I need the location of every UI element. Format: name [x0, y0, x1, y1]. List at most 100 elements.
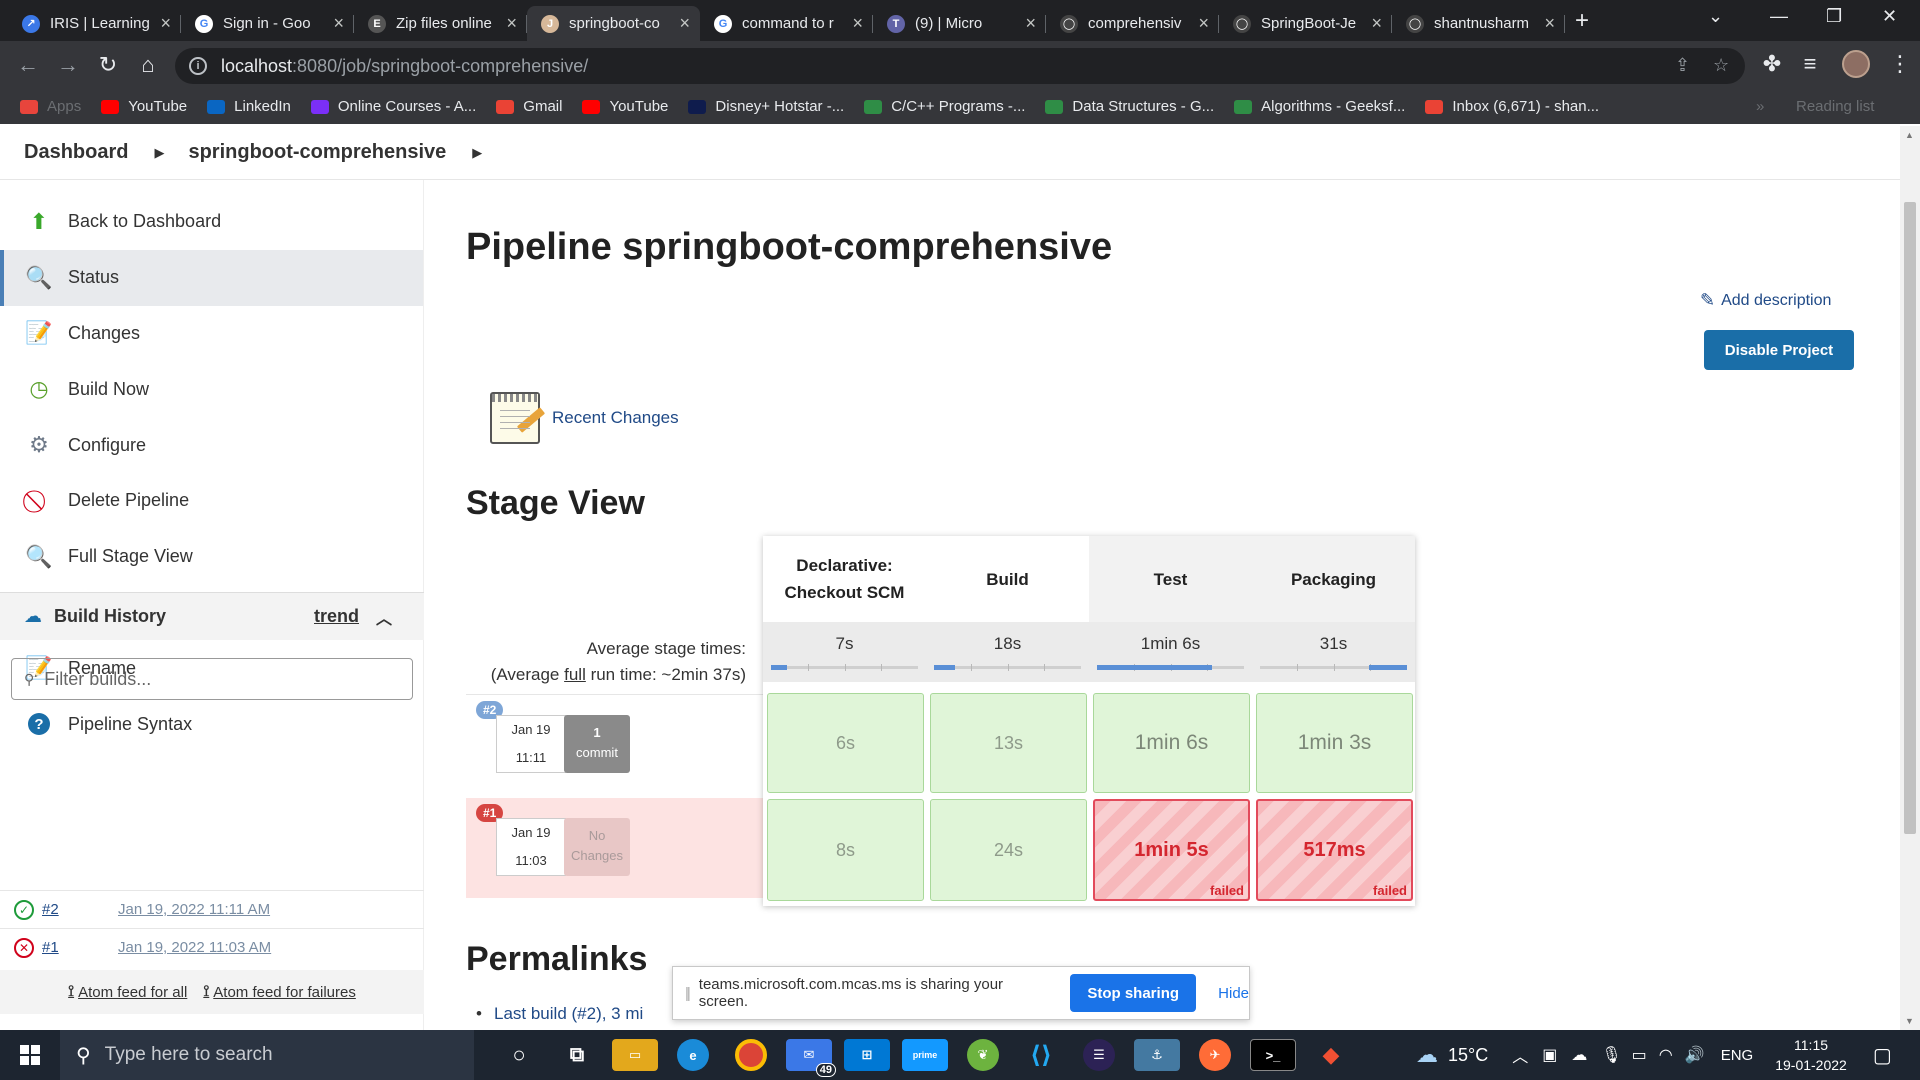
build-history-row[interactable]: ✕ #1 Jan 19, 2022 11:03 AM [0, 928, 424, 966]
breadcrumb-dashboard[interactable]: Dashboard [24, 141, 128, 164]
browser-tab[interactable]: Gcommand to r × [700, 6, 873, 41]
extensions-icon[interactable]: ✤ [1752, 51, 1792, 77]
close-window-icon[interactable]: ✕ [1882, 6, 1897, 27]
add-description-link[interactable]: ✎ Add description [1700, 290, 1831, 311]
reload-icon[interactable]: ↻ [88, 52, 128, 78]
trend-link[interactable]: trend [314, 606, 359, 627]
volume-icon[interactable]: 🔊 [1685, 1045, 1705, 1065]
vscode-icon[interactable]: ⟨⟩ [1018, 1039, 1064, 1071]
edge-icon[interactable]: e [677, 1039, 709, 1071]
bookmark-item[interactable]: C/C++ Programs -... [864, 98, 1025, 115]
sidebar-item-full-stage-view[interactable]: 🔍 Full Stage View [0, 529, 423, 585]
browser-tab[interactable]: ◯ comprehensiv × [1046, 6, 1219, 41]
address-bar[interactable]: i localhost:8080/job/springboot-comprehe… [175, 48, 1745, 84]
changes-box[interactable]: No Changes [564, 818, 630, 876]
bookmark-item[interactable]: Apps [20, 98, 81, 115]
browser-tab[interactable]: E Zip files online × [354, 6, 527, 41]
stage-cell[interactable]: 13s [930, 693, 1087, 793]
clock[interactable]: 11:15 19-01-2022 [1775, 1035, 1847, 1075]
meet-now-icon[interactable]: ▣ [1542, 1045, 1557, 1065]
collapse-icon[interactable]: ︿ [376, 605, 392, 629]
more-bookmarks-icon[interactable]: » [1756, 98, 1764, 115]
stage-cell[interactable]: 6s [767, 693, 924, 793]
page-scrollbar[interactable]: ▲ ▼ [1900, 126, 1920, 1030]
breadcrumb-chevron-icon[interactable]: ▶ [472, 145, 482, 161]
tray-overflow-icon[interactable]: ︿ [1512, 1043, 1528, 1067]
hide-banner-link[interactable]: Hide [1218, 985, 1249, 1002]
sidebar-item-status[interactable]: 🔍 Status [0, 249, 423, 306]
browser-tab[interactable]: Jspringboot-co × [527, 6, 700, 41]
stage-cell[interactable]: 8s [767, 799, 924, 901]
breadcrumb-chevron-icon[interactable]: ▶ [154, 145, 164, 161]
weather-temp[interactable]: 15°C [1448, 1045, 1488, 1066]
scrollbar-thumb[interactable] [1904, 202, 1916, 834]
bookmark-item[interactable]: YouTube [582, 98, 668, 115]
bookmark-item[interactable]: Algorithms - Geeksf... [1234, 98, 1405, 115]
menu-icon[interactable]: ⋮ [1880, 51, 1920, 77]
profile-avatar[interactable] [1842, 50, 1870, 78]
atom-feed-all-link[interactable]: ⟟ Atom feed for all [68, 983, 187, 1001]
reading-list[interactable]: Reading list [1796, 98, 1874, 115]
wifi-icon[interactable]: ◠ [1659, 1045, 1673, 1065]
back-icon[interactable]: ← [8, 52, 48, 78]
recent-changes-link[interactable]: Recent Changes [490, 392, 679, 444]
new-tab-icon[interactable]: + [1575, 7, 1589, 35]
mysql-icon[interactable]: ⚓ [1134, 1039, 1180, 1071]
browser-tab[interactable]: ◯ SpringBoot-Je × [1219, 6, 1392, 41]
prime-video-icon[interactable]: prime [902, 1039, 948, 1071]
sidebar-item-back-to-dashboard[interactable]: ⬆ Back to Dashboard [0, 194, 423, 250]
media-control-icon[interactable]: ≡ [1790, 51, 1830, 77]
atom-feed-failures-link[interactable]: ⟟ Atom feed for failures [203, 983, 356, 1001]
scroll-down-icon[interactable]: ▼ [1905, 1016, 1914, 1026]
git-icon[interactable]: ◆ [1308, 1039, 1354, 1071]
network-status-icon[interactable]: ☁ [1571, 1045, 1587, 1065]
microphone-icon[interactable]: 🎙 [1601, 1045, 1621, 1065]
browser-tab[interactable]: ◯ shantnusharm × [1392, 6, 1565, 41]
postman-icon[interactable]: ✈ [1199, 1039, 1231, 1071]
bookmark-item[interactable]: Inbox (6,671) - shan... [1425, 98, 1599, 115]
store-icon[interactable]: ⊞ [844, 1039, 890, 1071]
filter-builds-input[interactable]: ⚲ Filter builds... [11, 658, 413, 700]
tab-close-icon[interactable]: × [506, 13, 517, 34]
forward-icon[interactable]: → [48, 52, 88, 78]
bookmark-item[interactable]: Gmail [496, 98, 562, 115]
tab-close-icon[interactable]: × [1025, 13, 1036, 34]
bookmark-item[interactable]: Data Structures - G... [1045, 98, 1214, 115]
tab-close-icon[interactable]: × [1544, 13, 1555, 34]
stage-cell[interactable]: 24s [930, 799, 1087, 901]
spring-tool-icon[interactable]: ❦ [967, 1039, 999, 1071]
browser-tab[interactable]: T (9) | Micro × [873, 6, 1046, 41]
stage-cell[interactable]: 1min 6s [1093, 693, 1250, 793]
task-view-icon[interactable]: ⧉ [554, 1039, 600, 1071]
stage-cell[interactable]: 1min 5s failed [1093, 799, 1250, 901]
changes-box[interactable]: 1 commit [564, 715, 630, 773]
permalink-last-build[interactable]: Last build (#2), 3 mi [476, 1004, 643, 1024]
scroll-up-icon[interactable]: ▲ [1905, 130, 1914, 140]
breadcrumb-job[interactable]: springboot-comprehensive [188, 141, 446, 164]
cortana-icon[interactable]: ○ [496, 1039, 542, 1071]
bookmark-item[interactable]: Online Courses - A... [310, 98, 476, 115]
sidebar-item-configure[interactable]: ⚙ Configure [0, 417, 423, 473]
tab-close-icon[interactable]: × [1371, 13, 1382, 34]
build-number-link[interactable]: #1 [42, 939, 118, 956]
sidebar-item-delete-pipeline[interactable]: ⃠ Delete Pipeline [0, 473, 423, 529]
disable-project-button[interactable]: Disable Project [1704, 330, 1854, 370]
tab-search-icon[interactable]: ⌄ [1708, 6, 1723, 27]
stage-cell[interactable]: 517ms failed [1256, 799, 1413, 901]
tab-close-icon[interactable]: × [333, 13, 344, 34]
tab-close-icon[interactable]: × [852, 13, 863, 34]
site-info-icon[interactable]: i [189, 57, 207, 75]
full-run-link[interactable]: full [564, 665, 586, 684]
eclipse-icon[interactable]: ☰ [1083, 1039, 1115, 1071]
browser-tab[interactable]: ↗ IRIS | Learning × [8, 6, 181, 41]
taskbar-search[interactable]: ⚲ Type here to search [60, 1030, 474, 1080]
build-history-row[interactable]: ✓ #2 Jan 19, 2022 11:11 AM [0, 890, 424, 928]
stop-sharing-button[interactable]: Stop sharing [1070, 974, 1197, 1012]
run-row[interactable]: #1 Jan 19 11:03 No Changes [466, 798, 763, 898]
home-icon[interactable]: ⌂ [128, 52, 168, 78]
minimize-icon[interactable]: — [1770, 6, 1788, 27]
chrome-icon[interactable] [735, 1039, 767, 1071]
share-icon[interactable]: ⇪ [1675, 55, 1690, 76]
maximize-icon[interactable]: ❐ [1826, 6, 1842, 27]
build-number-link[interactable]: #2 [42, 901, 118, 918]
